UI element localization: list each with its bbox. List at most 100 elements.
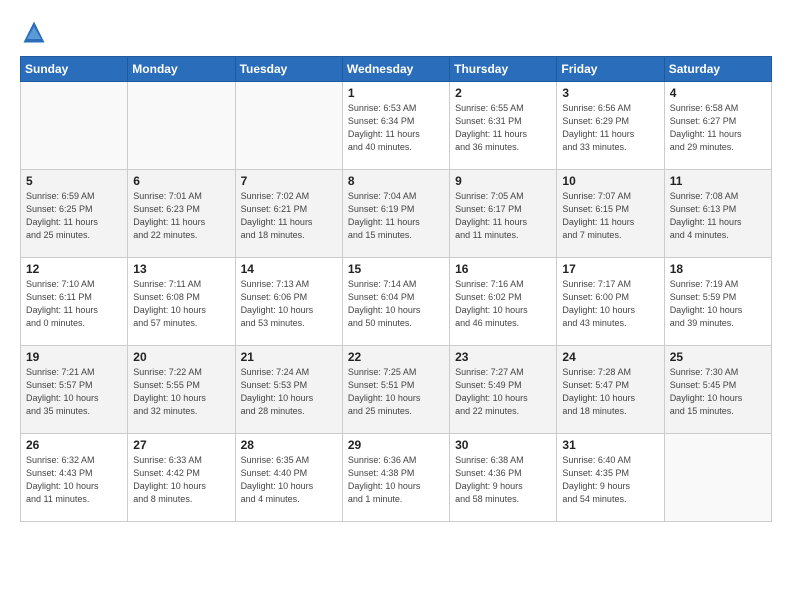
calendar-cell: 29 Sunrise: 6:36 AM Sunset: 4:38 PM Dayli… [342,434,449,522]
calendar-cell: 6 Sunrise: 7:01 AM Sunset: 6:23 PM Daylig… [128,170,235,258]
day-number: 19 [26,350,122,364]
day-info: Sunrise: 7:13 AM Sunset: 6:06 PM Dayligh… [241,278,337,330]
logo-icon [20,18,48,46]
day-number: 4 [670,86,766,100]
day-info: Sunrise: 7:11 AM Sunset: 6:08 PM Dayligh… [133,278,229,330]
day-number: 7 [241,174,337,188]
day-info: Sunrise: 6:53 AM Sunset: 6:34 PM Dayligh… [348,102,444,154]
day-number: 16 [455,262,551,276]
day-number: 18 [670,262,766,276]
day-number: 22 [348,350,444,364]
calendar-cell: 19 Sunrise: 7:21 AM Sunset: 5:57 PM Dayli… [21,346,128,434]
calendar-cell: 28 Sunrise: 6:35 AM Sunset: 4:40 PM Dayli… [235,434,342,522]
weekday-saturday: Saturday [664,57,771,82]
day-number: 23 [455,350,551,364]
calendar-cell: 23Sunrise: 7:27 AM Sunset: 5:49 PM Dayli… [450,346,557,434]
calendar-week-row: 26 Sunrise: 6:32 AM Sunset: 4:43 PM Dayli… [21,434,772,522]
weekday-sunday: Sunday [21,57,128,82]
day-number: 12 [26,262,122,276]
day-info: Sunrise: 7:25 AM Sunset: 5:51 PM Dayligh… [348,366,444,418]
page: SundayMondayTuesdayWednesdayThursdayFrid… [0,0,792,612]
day-number: 10 [562,174,658,188]
day-number: 5 [26,174,122,188]
day-info: Sunrise: 7:17 AM Sunset: 6:00 PM Dayligh… [562,278,658,330]
calendar-cell: 21 Sunrise: 7:24 AM Sunset: 5:53 PM Dayli… [235,346,342,434]
weekday-header-row: SundayMondayTuesdayWednesdayThursdayFrid… [21,57,772,82]
day-info: Sunrise: 6:55 AM Sunset: 6:31 PM Dayligh… [455,102,551,154]
day-number: 3 [562,86,658,100]
weekday-tuesday: Tuesday [235,57,342,82]
logo [20,18,52,46]
day-number: 6 [133,174,229,188]
weekday-thursday: Thursday [450,57,557,82]
calendar-cell: 8 Sunrise: 7:04 AM Sunset: 6:19 PM Daylig… [342,170,449,258]
calendar-cell: 11Sunrise: 7:08 AM Sunset: 6:13 PM Dayli… [664,170,771,258]
calendar-cell [21,82,128,170]
calendar-cell: 22 Sunrise: 7:25 AM Sunset: 5:51 PM Dayli… [342,346,449,434]
calendar-cell: 14Sunrise: 7:13 AM Sunset: 6:06 PM Dayli… [235,258,342,346]
day-info: Sunrise: 7:24 AM Sunset: 5:53 PM Dayligh… [241,366,337,418]
calendar-cell: 20Sunrise: 7:22 AM Sunset: 5:55 PM Dayli… [128,346,235,434]
calendar-cell: 1 Sunrise: 6:53 AM Sunset: 6:34 PM Daylig… [342,82,449,170]
weekday-friday: Friday [557,57,664,82]
calendar-cell: 13 Sunrise: 7:11 AM Sunset: 6:08 PM Dayli… [128,258,235,346]
day-number: 31 [562,438,658,452]
day-info: Sunrise: 7:08 AM Sunset: 6:13 PM Dayligh… [670,190,766,242]
day-info: Sunrise: 7:21 AM Sunset: 5:57 PM Dayligh… [26,366,122,418]
day-info: Sunrise: 6:36 AM Sunset: 4:38 PM Dayligh… [348,454,444,506]
day-info: Sunrise: 7:19 AM Sunset: 5:59 PM Dayligh… [670,278,766,330]
calendar-cell: 27 Sunrise: 6:33 AM Sunset: 4:42 PM Dayli… [128,434,235,522]
calendar-week-row: 1 Sunrise: 6:53 AM Sunset: 6:34 PM Daylig… [21,82,772,170]
calendar-cell: 2Sunrise: 6:55 AM Sunset: 6:31 PM Daylig… [450,82,557,170]
day-number: 1 [348,86,444,100]
weekday-monday: Monday [128,57,235,82]
calendar-cell: 9 Sunrise: 7:05 AM Sunset: 6:17 PM Daylig… [450,170,557,258]
day-number: 17 [562,262,658,276]
day-number: 9 [455,174,551,188]
day-info: Sunrise: 7:14 AM Sunset: 6:04 PM Dayligh… [348,278,444,330]
day-info: Sunrise: 6:56 AM Sunset: 6:29 PM Dayligh… [562,102,658,154]
calendar-cell: 10 Sunrise: 7:07 AM Sunset: 6:15 PM Dayli… [557,170,664,258]
day-number: 13 [133,262,229,276]
day-info: Sunrise: 7:05 AM Sunset: 6:17 PM Dayligh… [455,190,551,242]
day-number: 29 [348,438,444,452]
calendar-week-row: 19 Sunrise: 7:21 AM Sunset: 5:57 PM Dayli… [21,346,772,434]
calendar-cell [664,434,771,522]
day-info: Sunrise: 6:59 AM Sunset: 6:25 PM Dayligh… [26,190,122,242]
day-info: Sunrise: 7:02 AM Sunset: 6:21 PM Dayligh… [241,190,337,242]
day-info: Sunrise: 7:16 AM Sunset: 6:02 PM Dayligh… [455,278,551,330]
day-info: Sunrise: 6:40 AM Sunset: 4:35 PM Dayligh… [562,454,658,506]
calendar-cell: 17 Sunrise: 7:17 AM Sunset: 6:00 PM Dayli… [557,258,664,346]
day-number: 28 [241,438,337,452]
day-number: 21 [241,350,337,364]
calendar-cell: 12Sunrise: 7:10 AM Sunset: 6:11 PM Dayli… [21,258,128,346]
calendar-cell [128,82,235,170]
day-info: Sunrise: 6:35 AM Sunset: 4:40 PM Dayligh… [241,454,337,506]
calendar-cell: 25 Sunrise: 7:30 AM Sunset: 5:45 PM Dayli… [664,346,771,434]
day-info: Sunrise: 7:07 AM Sunset: 6:15 PM Dayligh… [562,190,658,242]
day-info: Sunrise: 6:58 AM Sunset: 6:27 PM Dayligh… [670,102,766,154]
day-info: Sunrise: 7:01 AM Sunset: 6:23 PM Dayligh… [133,190,229,242]
day-info: Sunrise: 6:33 AM Sunset: 4:42 PM Dayligh… [133,454,229,506]
day-number: 27 [133,438,229,452]
header [20,18,772,46]
calendar-cell: 31 Sunrise: 6:40 AM Sunset: 4:35 PM Dayli… [557,434,664,522]
calendar-cell: 24Sunrise: 7:28 AM Sunset: 5:47 PM Dayli… [557,346,664,434]
day-number: 25 [670,350,766,364]
day-number: 30 [455,438,551,452]
day-info: Sunrise: 7:22 AM Sunset: 5:55 PM Dayligh… [133,366,229,418]
calendar-cell: 5 Sunrise: 6:59 AM Sunset: 6:25 PM Daylig… [21,170,128,258]
day-info: Sunrise: 6:32 AM Sunset: 4:43 PM Dayligh… [26,454,122,506]
calendar-cell: 18 Sunrise: 7:19 AM Sunset: 5:59 PM Dayli… [664,258,771,346]
day-info: Sunrise: 7:04 AM Sunset: 6:19 PM Dayligh… [348,190,444,242]
day-number: 8 [348,174,444,188]
day-number: 15 [348,262,444,276]
day-info: Sunrise: 7:30 AM Sunset: 5:45 PM Dayligh… [670,366,766,418]
calendar-week-row: 5 Sunrise: 6:59 AM Sunset: 6:25 PM Daylig… [21,170,772,258]
weekday-wednesday: Wednesday [342,57,449,82]
day-info: Sunrise: 7:28 AM Sunset: 5:47 PM Dayligh… [562,366,658,418]
calendar-cell: 3 Sunrise: 6:56 AM Sunset: 6:29 PM Daylig… [557,82,664,170]
day-number: 26 [26,438,122,452]
calendar-cell: 7 Sunrise: 7:02 AM Sunset: 6:21 PM Daylig… [235,170,342,258]
calendar: SundayMondayTuesdayWednesdayThursdayFrid… [20,56,772,522]
